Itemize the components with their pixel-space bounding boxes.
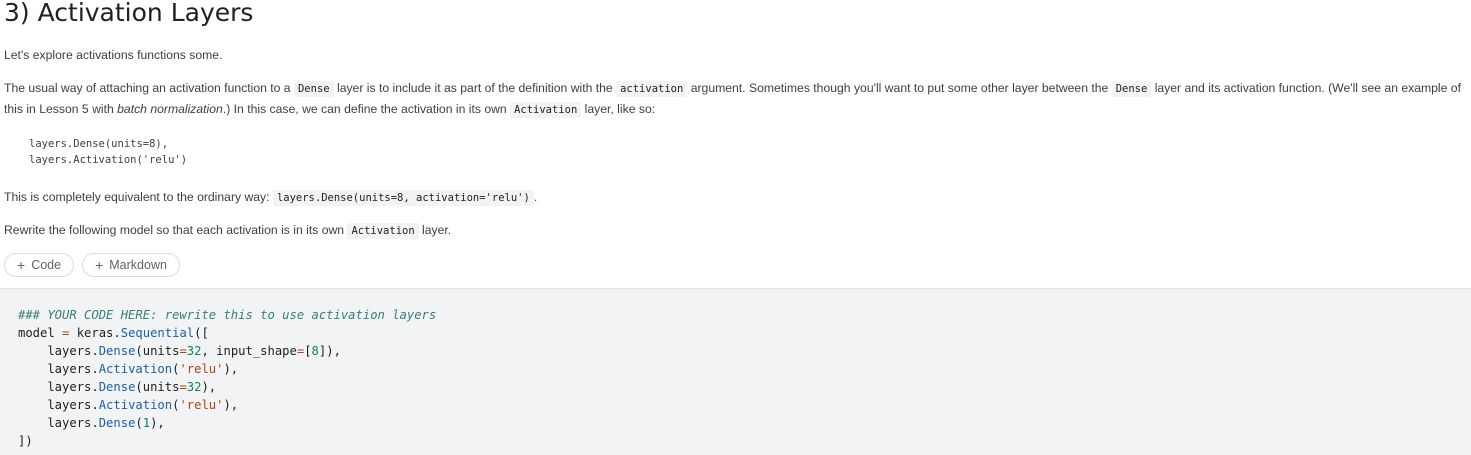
inline-code-dense-relu: layers.Dense(units=8, activation='relu') (272, 190, 534, 206)
code-editor[interactable]: ### YOUR CODE HERE: rewrite this to use … (18, 306, 436, 450)
code-line: layers.Activation('relu'), (18, 398, 239, 412)
code-line: layers.Dense(units=32, input_shape=[8]), (18, 344, 341, 358)
add-cell-bar: + Code + Markdown (4, 253, 180, 277)
code-line: layers.Activation('relu'), (18, 362, 239, 376)
add-markdown-cell-button[interactable]: + Markdown (82, 253, 180, 277)
code-line: layers.Dense(1), (18, 416, 165, 430)
equivalence-text: This is completely equivalent to the ord… (4, 190, 538, 206)
intro-text: Let's explore activations functions some… (4, 48, 223, 62)
section-heading: 3) Activation Layers (4, 0, 254, 27)
add-code-label: Code (31, 258, 62, 272)
inline-code-dense: Dense (293, 81, 334, 97)
inline-code-activation-layer: Activation (347, 223, 419, 239)
inline-code-dense: Dense (1111, 81, 1152, 97)
plus-icon: + (95, 257, 104, 273)
add-markdown-label: Markdown (109, 258, 167, 272)
add-code-cell-button[interactable]: + Code (4, 253, 75, 277)
exercise-instructions: Rewrite the following model so that each… (4, 223, 452, 239)
example-code-block: layers.Dense(units=8), layers.Activation… (29, 138, 188, 166)
code-line: model = keras.Sequential([ (18, 326, 209, 340)
inline-code-activation-layer: Activation (510, 102, 582, 118)
code-line: ]) (18, 434, 33, 448)
code-comment: ### YOUR CODE HERE: rewrite this to use … (18, 308, 437, 322)
code-cell[interactable]: ### YOUR CODE HERE: rewrite this to use … (0, 288, 1471, 455)
plus-icon: + (17, 257, 26, 273)
activation-explanation: The usual way of attaching an activation… (4, 81, 1461, 118)
inline-code-activation-arg: activation (616, 81, 688, 97)
code-line: layers.Dense(units=32), (18, 380, 217, 394)
